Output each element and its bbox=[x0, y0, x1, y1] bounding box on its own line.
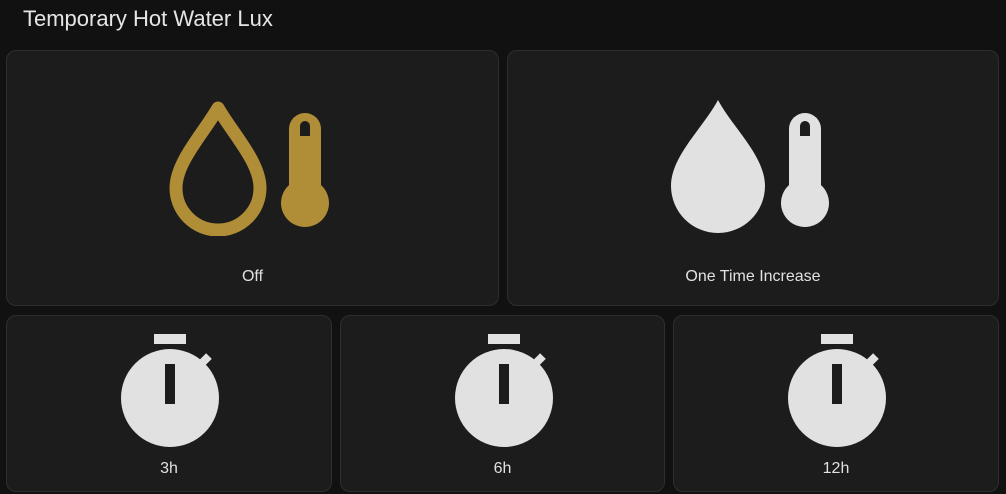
page-title: Temporary Hot Water Lux bbox=[23, 6, 273, 31]
timer-label-6h: 6h bbox=[493, 460, 512, 477]
water-thermometer-icon bbox=[508, 96, 998, 236]
timer-label-3h: 3h bbox=[160, 460, 178, 477]
timer-icon bbox=[674, 332, 998, 462]
timer-label-12h: 12h bbox=[822, 460, 850, 477]
timer-button-12h[interactable]: 12h bbox=[673, 315, 999, 492]
timer-icon bbox=[7, 332, 331, 462]
mode-button-one-time-increase[interactable]: One Time Increase bbox=[507, 50, 999, 306]
water-thermometer-outline-icon bbox=[7, 96, 498, 236]
dashboard-view: Temporary Hot Water Lux Off One Time Inc… bbox=[0, 0, 1006, 494]
timer-icon bbox=[341, 332, 664, 462]
mode-button-off[interactable]: Off bbox=[6, 50, 499, 306]
mode-label-off: Off bbox=[241, 268, 264, 285]
mode-label-one-time-increase: One Time Increase bbox=[685, 268, 821, 285]
timer-button-3h[interactable]: 3h bbox=[6, 315, 332, 492]
timer-button-6h[interactable]: 6h bbox=[340, 315, 665, 492]
